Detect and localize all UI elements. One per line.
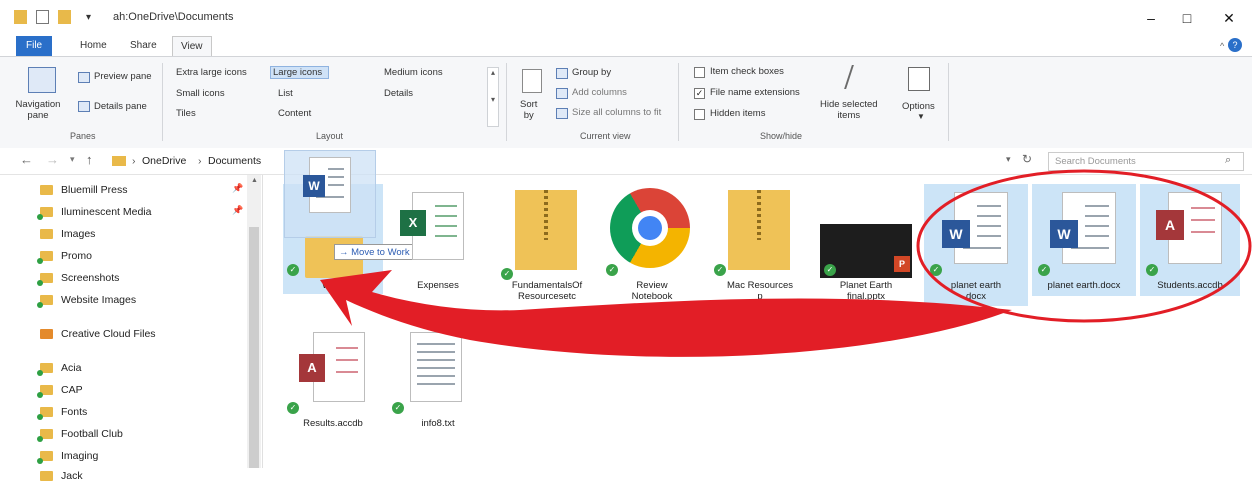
nav-item-jack[interactable]: Jack bbox=[40, 467, 83, 485]
annotation-overlay bbox=[320, 169, 1252, 357]
nav-item-label: Jack bbox=[61, 470, 83, 482]
selection-circle-annotation bbox=[916, 169, 1252, 323]
folder-icon bbox=[40, 471, 53, 481]
drag-arrow-annotation bbox=[320, 270, 1012, 357]
